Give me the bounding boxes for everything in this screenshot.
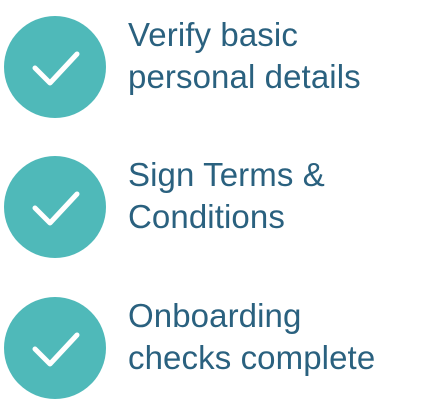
onboarding-checklist: Verify basic personal details Sign Terms… <box>0 0 428 415</box>
checklist-item-label-line-1: Onboarding <box>128 297 302 334</box>
checklist-item-label: Sign Terms & Conditions <box>128 154 424 238</box>
checklist-item-label-line-1: Verify basic <box>128 16 298 53</box>
checkmark-circle-icon <box>4 16 106 118</box>
checkmark-icon <box>32 51 80 86</box>
checklist-item-label: Verify basic personal details <box>128 14 424 98</box>
checklist-item-label: Onboarding checks complete <box>128 295 424 379</box>
checkmark-circle-icon <box>4 156 106 258</box>
checklist-item-label-line-1: Sign Terms & <box>128 156 325 193</box>
checkmark-circle-icon <box>4 297 106 399</box>
checklist-item-label-line-2: Conditions <box>128 198 285 235</box>
checklist-item-verify-details: Verify basic personal details <box>0 0 428 120</box>
checklist-item-label-line-2: checks complete <box>128 339 376 376</box>
checklist-item-onboarding-checks: Onboarding checks complete <box>0 281 428 401</box>
checkmark-icon <box>32 191 80 226</box>
checklist-item-label-line-2: personal details <box>128 58 361 95</box>
checkmark-icon <box>32 332 80 367</box>
checklist-item-sign-terms: Sign Terms & Conditions <box>0 140 428 260</box>
